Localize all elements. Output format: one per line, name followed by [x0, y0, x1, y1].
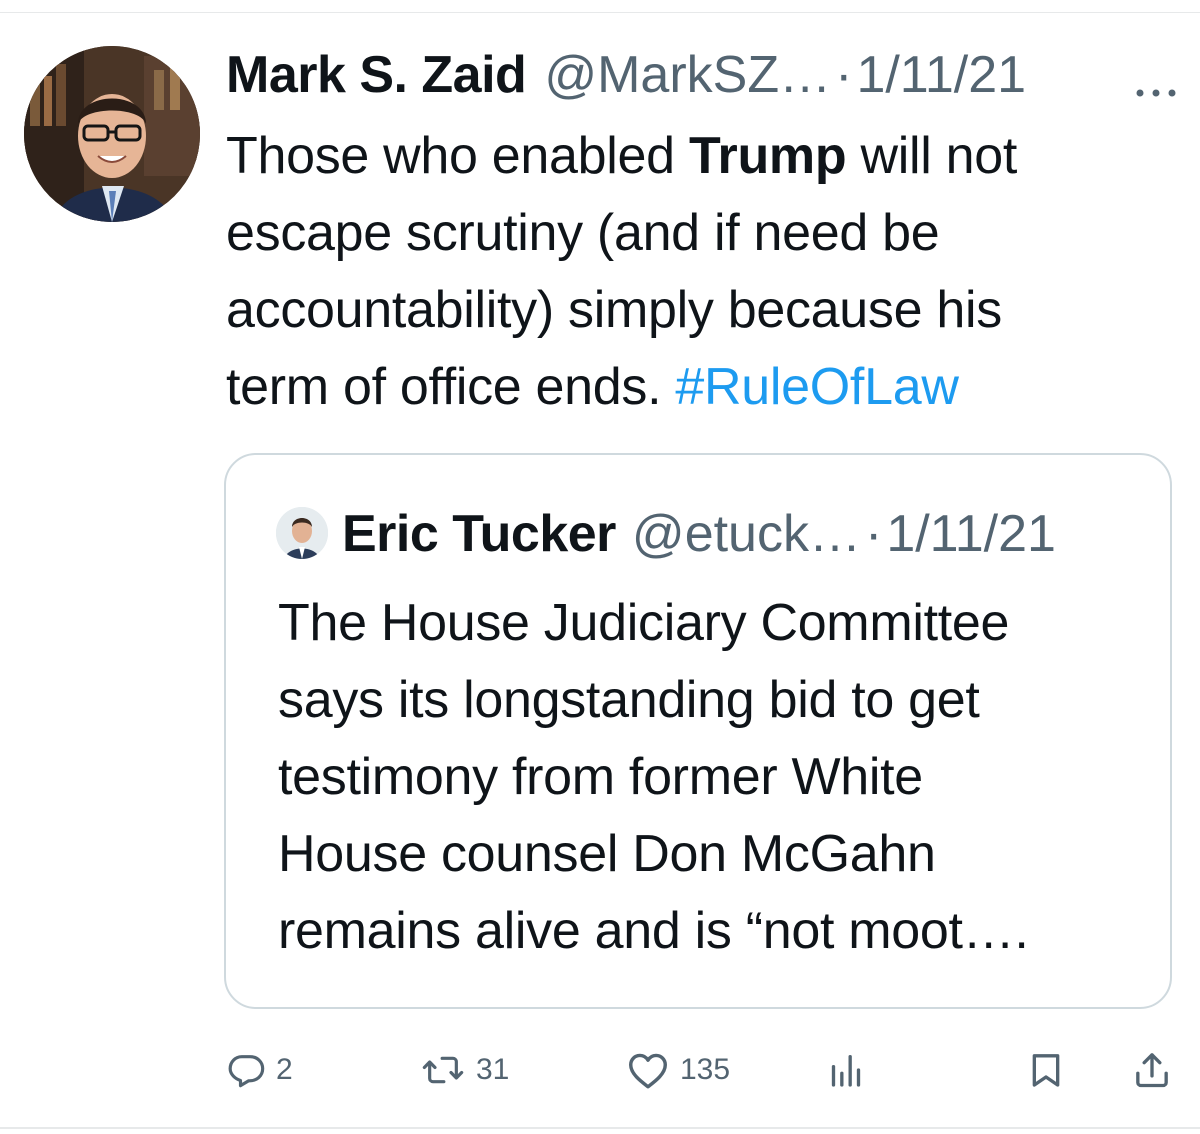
- action-bar: 2 31 135: [226, 1040, 1176, 1100]
- like-button[interactable]: 135: [626, 1040, 730, 1100]
- quoted-author-avatar-image: [276, 507, 328, 559]
- quoted-tweet-date: 1/11/21: [886, 505, 1056, 563]
- bookmark-button[interactable]: [1026, 1040, 1066, 1100]
- tweet-date[interactable]: 1/11/21: [856, 44, 1026, 106]
- quoted-text-line: The House Judiciary Committee: [278, 594, 1010, 652]
- author-display-name[interactable]: Mark S. Zaid: [226, 44, 527, 106]
- tweet-text-line: term of office ends. #RuleOfLaw: [226, 349, 1176, 426]
- retweet-count: 31: [476, 1053, 510, 1086]
- quoted-author-avatar: [276, 507, 328, 559]
- like-count: 135: [680, 1053, 731, 1086]
- author-handle[interactable]: @MarkSZ…: [544, 44, 831, 106]
- bottom-divider: [0, 1127, 1200, 1129]
- quoted-tweet-text: The House Judiciary Committee says its l…: [278, 585, 1158, 970]
- views-button[interactable]: [826, 1040, 866, 1100]
- reply-icon: [226, 1050, 266, 1090]
- reply-button[interactable]: 2: [226, 1040, 293, 1100]
- heart-icon: [626, 1050, 670, 1090]
- quoted-tweet-header: Eric Tucker @etuck… · 1/11/21: [342, 503, 1162, 565]
- share-button[interactable]: [1132, 1040, 1172, 1100]
- author-avatar-image: [24, 46, 200, 222]
- quoted-tweet[interactable]: Eric Tucker @etuck… · 1/11/21 The House …: [224, 453, 1172, 1009]
- tweet-text-line: escape scrutiny (and if need be: [226, 204, 940, 262]
- tweet-text-segment: Those who enabled: [226, 127, 689, 185]
- share-icon: [1132, 1050, 1172, 1090]
- reply-count: 2: [276, 1053, 293, 1086]
- tweet-text-bold: Trump: [688, 127, 847, 185]
- tweet-text-line: accountability) simply because his: [226, 281, 1002, 339]
- quoted-text-line: remains alive and is “not moot….: [278, 902, 1029, 960]
- tweet-text-segment: will not: [846, 127, 1018, 185]
- retweet-button[interactable]: 31: [420, 1040, 509, 1100]
- more-dots-icon[interactable]: [1126, 60, 1186, 97]
- tweet-text: Those who enabled Trump will not escape …: [226, 118, 1176, 426]
- bookmark-icon: [1026, 1050, 1066, 1090]
- retweet-icon: [420, 1050, 466, 1090]
- hashtag-link[interactable]: #RuleOfLaw: [675, 358, 958, 416]
- tweet-header: Mark S. Zaid @MarkSZ… · 1/11/21: [226, 44, 1186, 106]
- author-avatar[interactable]: [24, 46, 200, 222]
- quoted-author-display-name: Eric Tucker: [342, 505, 616, 563]
- quoted-text-line: says its longstanding bid to get: [278, 671, 980, 729]
- tweet-text-segment: term of office ends.: [226, 358, 676, 416]
- quoted-header-separator: ·: [864, 505, 883, 563]
- top-divider: [0, 12, 1200, 13]
- header-separator: ·: [835, 46, 853, 104]
- quoted-text-line: testimony from former White: [278, 748, 923, 806]
- tweet-view: Mark S. Zaid @MarkSZ… · 1/11/21 Those wh…: [0, 0, 1200, 1134]
- analytics-icon: [826, 1050, 866, 1090]
- quoted-author-handle: @etuck…: [631, 505, 861, 563]
- quoted-text-line: House counsel Don McGahn: [278, 825, 936, 883]
- tweet-text-line: Those who enabled Trump will not: [226, 118, 1176, 195]
